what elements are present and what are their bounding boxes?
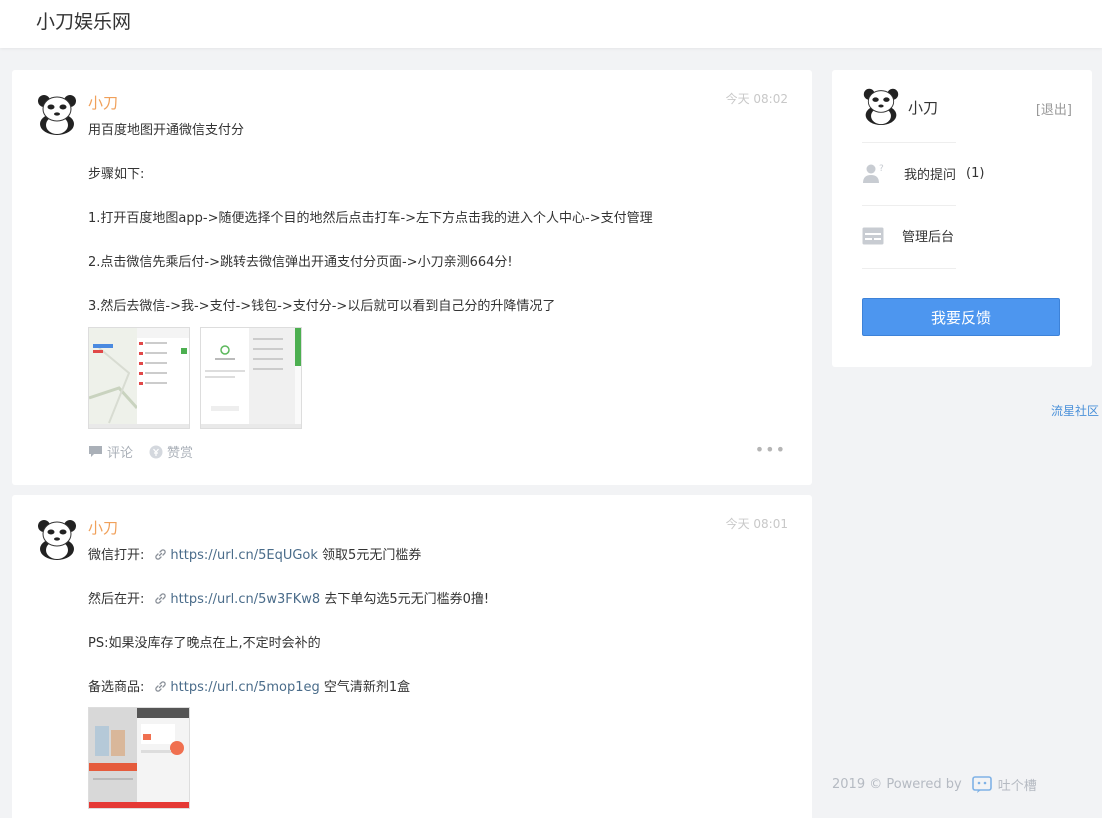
line-prefix: 备选商品: [88, 680, 145, 695]
sidebar-item-admin[interactable]: 管理后台 [862, 226, 954, 245]
reward-icon [149, 445, 163, 458]
post-image-thumbnail[interactable] [88, 327, 190, 429]
short-url-link[interactable]: https://url.cn/5w3FKw8 [170, 592, 320, 607]
feedback-button[interactable]: 我要反馈 [862, 298, 1060, 336]
divider [862, 205, 956, 206]
line-suffix: 去下单勾选5元无门槛券0撸! [324, 592, 490, 607]
link-icon [155, 681, 167, 692]
footer: 2019 © Powered by 吐个槽 [832, 775, 1037, 794]
line-prefix: 微信打开: [88, 548, 145, 563]
post-line: PS:如果没库存了晚点在上,不定时会补的 [88, 636, 321, 651]
my-questions-count: (1) [966, 165, 985, 181]
site-title[interactable]: 小刀娱乐网 [36, 7, 131, 34]
sidebar-item-label: 管理后台 [902, 230, 955, 245]
user-question-icon: ? [863, 164, 884, 183]
line-suffix: 空气清新剂1盒 [323, 680, 411, 695]
admin-card-icon [862, 227, 884, 244]
user-sidebar: 小刀 [退出] ? 我的提问 (1) 管理后台 我要反馈 [832, 70, 1092, 367]
footer-brand-link[interactable]: 吐个槽 [998, 775, 1037, 794]
panda-avatar-icon[interactable] [36, 517, 78, 561]
tucao-logo-icon [971, 775, 992, 793]
post-card: 小刀 今天 08:01 微信打开: https://url.cn/5EqUGok … [12, 495, 812, 818]
post-line: 步骤如下: [88, 167, 145, 182]
post-image-thumbnail[interactable] [200, 327, 302, 429]
post-line: 1.打开百度地图app->随便选择个目的地然后点击打车->左下方点击我的进入个人… [88, 211, 653, 226]
top-bar: 小刀娱乐网 [0, 0, 1102, 48]
sidebar-item-label: 我的提问 [904, 167, 957, 183]
comment-label: 评论 [107, 446, 134, 461]
post-line: 用百度地图开通微信支付分 [88, 123, 245, 138]
comment-icon [89, 446, 102, 457]
sidebar-user-name[interactable]: 小刀 [908, 97, 938, 118]
community-link[interactable]: 流星社区 [1051, 402, 1099, 419]
post-line: 备选商品: https://url.cn/5mop1eg 空气清新剂1盒 [88, 677, 778, 699]
post-line: 微信打开: https://url.cn/5EqUGok 领取5元无门槛券 [88, 545, 778, 567]
panda-avatar-icon[interactable] [862, 86, 900, 126]
post-author[interactable]: 小刀 [88, 517, 118, 538]
line-suffix: 领取5元无门槛券 [322, 548, 422, 563]
post-content: 微信打开: https://url.cn/5EqUGok 领取5元无门槛券 然后在… [88, 545, 778, 721]
short-url-link[interactable]: https://url.cn/5mop1eg [170, 680, 319, 695]
post-images [88, 327, 302, 429]
short-url-link[interactable]: https://url.cn/5EqUGok [170, 548, 318, 563]
post-images [88, 707, 190, 809]
sidebar-item-my-questions[interactable]: ? 我的提问 (1) [862, 162, 984, 184]
divider [862, 268, 956, 269]
post-content: 用百度地图开通微信支付分 步骤如下: 1.打开百度地图app->随便选择个目的地… [88, 120, 778, 340]
panda-avatar-icon[interactable] [36, 92, 78, 136]
post-line: 然后在开: https://url.cn/5w3FKw8 去下单勾选5元无门槛券0… [88, 589, 778, 611]
post-actions: 评论 赞赏 [88, 442, 193, 461]
post-card: 小刀 今天 08:02 用百度地图开通微信支付分 步骤如下: 1.打开百度地图a… [12, 70, 812, 485]
more-icon[interactable]: ••• [755, 442, 786, 458]
comment-button[interactable]: 评论 [88, 442, 133, 461]
divider [862, 142, 956, 143]
reward-label: 赞赏 [167, 446, 194, 461]
post-time: 今天 08:01 [725, 517, 788, 531]
logout-link[interactable]: [退出] [1036, 99, 1072, 118]
post-image-thumbnail[interactable] [88, 707, 190, 809]
post-line: 2.点击微信先乘后付->跳转去微信弹出开通支付分页面->小刀亲测664分! [88, 255, 513, 270]
link-icon [155, 549, 167, 560]
link-icon [155, 593, 167, 604]
post-author[interactable]: 小刀 [88, 92, 118, 113]
post-line: 3.然后去微信->我->支付->钱包->支付分->以后就可以看到自己分的升降情况… [88, 299, 556, 314]
line-prefix: 然后在开: [88, 592, 145, 607]
reward-button[interactable]: 赞赏 [149, 442, 193, 461]
svg-text:?: ? [879, 164, 884, 174]
post-time: 今天 08:02 [725, 92, 788, 106]
footer-copyright: 2019 © Powered by [832, 777, 962, 792]
